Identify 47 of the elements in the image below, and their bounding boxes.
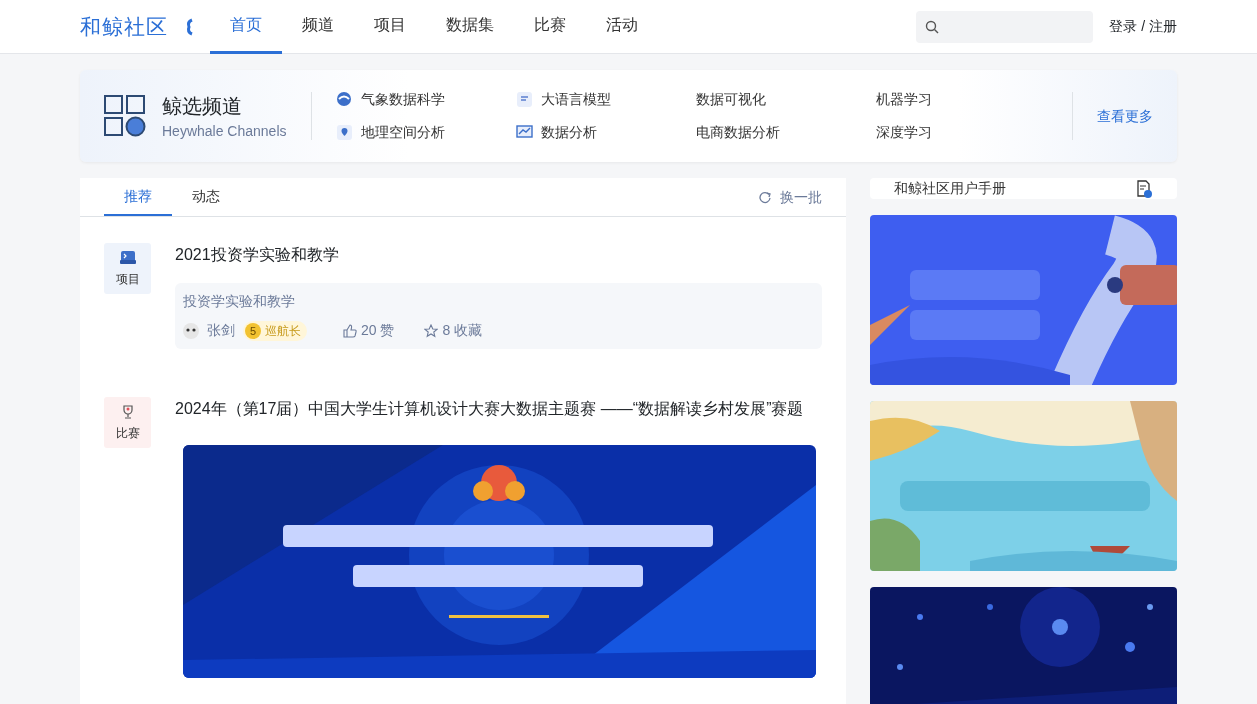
author-name[interactable]: 张剑 — [207, 320, 235, 341]
search-field[interactable] — [916, 10, 1094, 43]
nav-tab[interactable]: 数据集 — [426, 0, 514, 54]
chat-icon — [515, 91, 533, 108]
type-label: 项目 — [115, 270, 140, 288]
chart-icon — [515, 124, 533, 141]
manual-title: 和鲸社区用户手册 — [894, 179, 1006, 198]
avatar-icon — [183, 322, 199, 339]
type-label: 比赛 — [115, 424, 140, 442]
more-link[interactable]: 查看更多 — [1097, 105, 1153, 127]
post-title[interactable]: 2024年（第17届）中国大学生计算机设计大赛大数据主题赛 ——“数据解读乡村发展”赛题 — [175, 397, 822, 421]
nav-tab[interactable]: 首页 — [210, 0, 282, 54]
channel-link[interactable]: 深度学习 — [875, 122, 932, 143]
manual-card[interactable]: 和鲸社区用户手册 — [870, 178, 1177, 199]
manual-icon — [1136, 179, 1153, 198]
thumbs-up-icon — [343, 323, 357, 338]
star-icon — [424, 323, 439, 338]
logo-icon — [184, 17, 194, 36]
level-badge: 5 巡航长 — [243, 320, 307, 341]
channel-link[interactable]: 机器学习 — [875, 89, 932, 110]
channel-link[interactable]: 大语言模型 — [540, 89, 611, 110]
globe-icon — [335, 91, 353, 108]
summary-text: 投资学实验和教学 — [183, 292, 296, 311]
logo[interactable]: 和鲸社区 — [80, 10, 168, 43]
feed-tab[interactable]: 推荐 — [104, 178, 172, 216]
channel-link[interactable]: 电商数据分析 — [695, 122, 780, 143]
channel-link[interactable]: 数据分析 — [540, 122, 597, 143]
nav-tab[interactable]: 比赛 — [514, 0, 586, 54]
channel-link[interactable]: 气象数据科学 — [360, 89, 445, 110]
map-pin-icon — [335, 124, 353, 141]
channels-icon — [104, 95, 146, 137]
nav-tab[interactable]: 活动 — [586, 0, 658, 54]
feed-tab[interactable]: 动态 — [172, 178, 240, 216]
post-title[interactable]: 2021投资学实验和教学 — [175, 243, 822, 267]
channel-link[interactable]: 地理空间分析 — [360, 122, 445, 143]
channel-subtitle: Heywhale Channels — [162, 121, 287, 141]
like-count[interactable]: 20 赞 — [361, 320, 395, 341]
refresh-icon — [759, 190, 772, 204]
nav-tab[interactable]: 频道 — [282, 0, 354, 54]
favorite-count[interactable]: 8 收藏 — [442, 320, 483, 341]
channel-title: 鲸选频道 — [162, 93, 243, 119]
refresh-link[interactable]: 换一批 — [780, 186, 822, 208]
nav-tab[interactable]: 项目 — [354, 0, 426, 54]
login-link[interactable]: 登录 / 注册 — [1109, 16, 1177, 37]
channel-link[interactable]: 数据可视化 — [695, 89, 766, 110]
search-icon — [925, 19, 940, 34]
terminal-icon — [119, 249, 136, 266]
